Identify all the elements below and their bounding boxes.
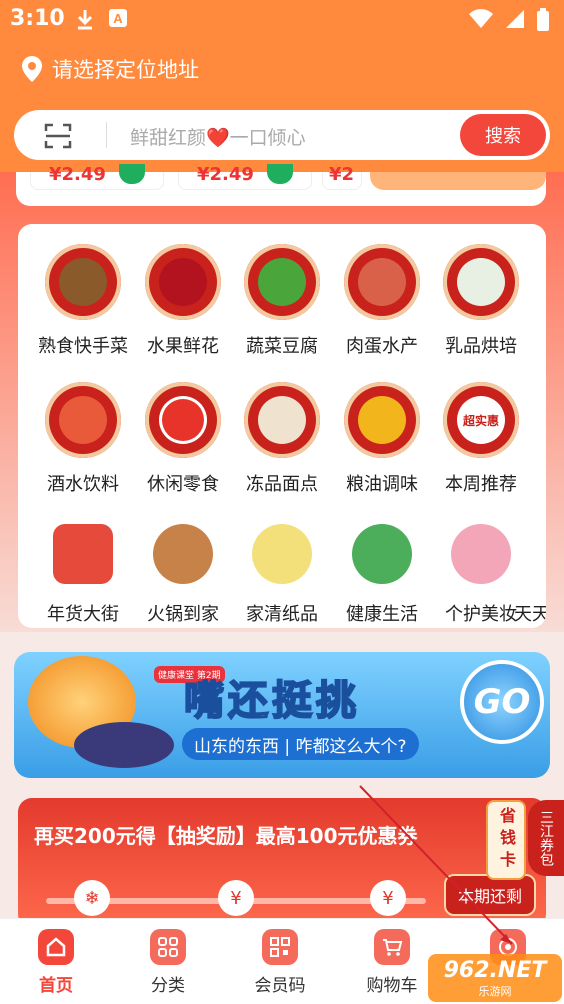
watermark-big: 962.NET bbox=[443, 957, 547, 983]
watermark-logo: 962.NET 乐游网 bbox=[428, 954, 562, 1002]
annotation-arrow bbox=[359, 785, 513, 945]
watermark-small: 乐游网 bbox=[478, 984, 512, 998]
